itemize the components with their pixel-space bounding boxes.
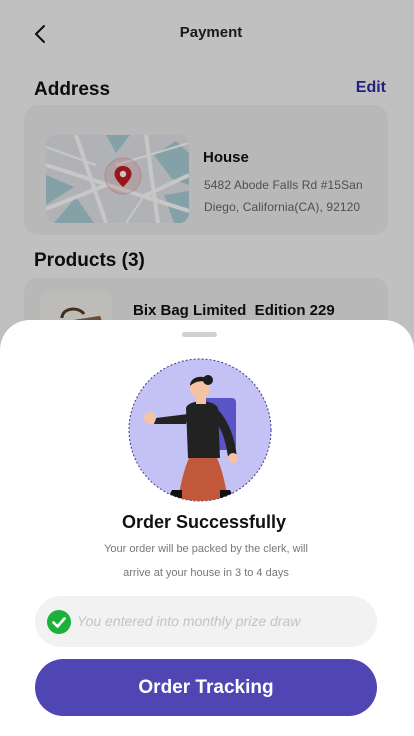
prize-draw-notice: You entered into monthly prize draw — [35, 596, 377, 647]
check-circle-icon — [47, 610, 71, 634]
success-message-line-2: arrive at your house in 3 to 4 days — [123, 567, 289, 579]
order-success-illustration — [128, 358, 272, 502]
sheet-drag-handle[interactable] — [182, 332, 217, 337]
order-success-sheet: Order Successfully Your order will be pa… — [0, 320, 414, 736]
prize-draw-text: You entered into monthly prize draw — [77, 613, 301, 629]
success-message-line-1: Your order will be packed by the clerk, … — [104, 543, 308, 555]
order-tracking-button[interactable]: Order Tracking — [35, 659, 377, 716]
success-title: Order Successfully — [121, 512, 287, 532]
payment-screen: Payment Address Edit House 5482 Abode Fa… — [0, 0, 414, 736]
